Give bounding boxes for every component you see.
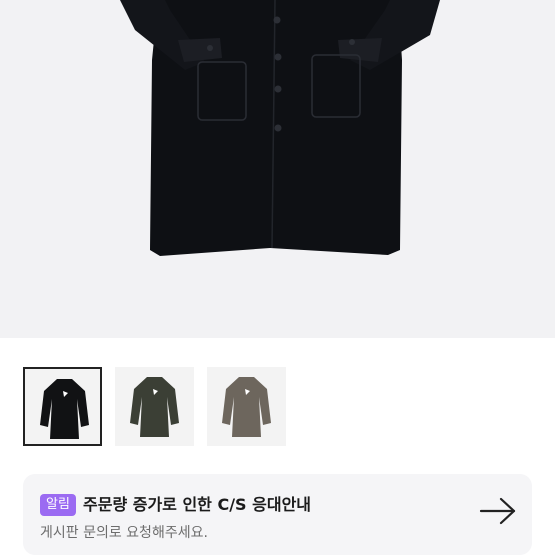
notice-title: 주문량 증가로 인한 C/S 응대안내 [83, 495, 312, 514]
thumbnail-list [23, 367, 286, 446]
thumbnail-black[interactable] [23, 367, 102, 446]
coat-thumbnail-image [207, 367, 286, 446]
product-main-image [0, 0, 555, 338]
notice-banner[interactable]: 알림 주문량 증가로 인한 C/S 응대안내 게시판 문의로 요청해주세요. [23, 474, 532, 555]
notice-subtitle: 게시판 문의로 요청해주세요. [40, 525, 208, 541]
thumbnail-khaki[interactable] [115, 367, 194, 446]
coat-thumbnail-image [115, 367, 194, 446]
coat-thumbnail-image [25, 369, 100, 444]
notice-badge: 알림 [40, 494, 76, 516]
arrow-right-icon[interactable] [478, 496, 518, 526]
thumbnail-taupe[interactable] [207, 367, 286, 446]
coat-illustration [120, 0, 440, 256]
